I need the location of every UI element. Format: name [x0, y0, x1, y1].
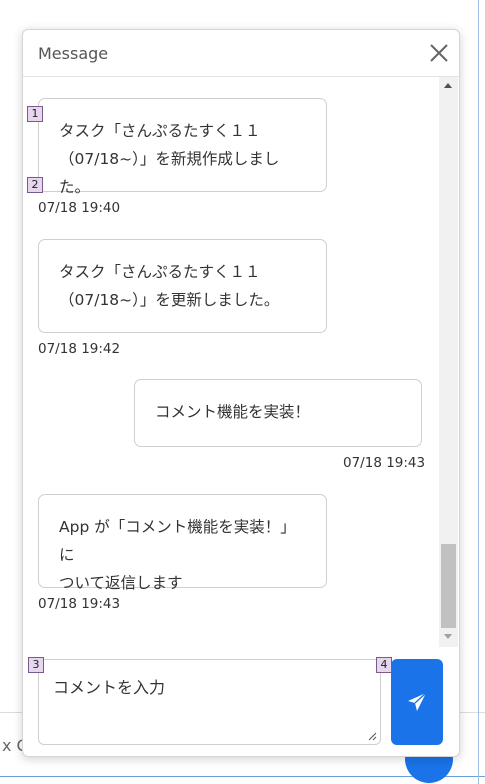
message-text-line: タスク「さんぷるたすく１１ [59, 263, 261, 281]
message-bubble: App が「コメント機能を実装！」に ついて返信します [38, 494, 327, 592]
message-scrollbar[interactable] [439, 77, 458, 647]
dialog-header: Message [23, 30, 459, 77]
comment-input[interactable]: コメントを入力 [38, 659, 381, 745]
scrollbar-thumb[interactable] [441, 544, 456, 628]
dialog-title: Message [38, 44, 109, 63]
message-text-line: ついて返信します [59, 574, 183, 592]
close-icon[interactable] [426, 40, 452, 66]
message-list[interactable]: タスク「さんぷるたすく１１ （07/18~）」を新規作成しました。 07/18 … [23, 77, 439, 647]
message-time: 07/18 19:43 [38, 596, 121, 612]
message-text-line: （07/18~）」を新規作成しました。 [59, 150, 280, 196]
message-text-line: コメント機能を実装！ [155, 403, 311, 421]
message-bubble: タスク「さんぷるたすく１１ （07/18~）」を更新しました。 [38, 239, 327, 333]
message-text-line: （07/18~）」を更新しました。 [59, 291, 280, 309]
message-text-line: App が「コメント機能を実装！」に [59, 518, 296, 564]
message-bubble: タスク「さんぷるたすく１１ （07/18~）」を新規作成しました。 [38, 98, 327, 196]
message-dialog: Message タスク「さんぷるたすく１１ （07/18~）」を新規作成しました… [22, 29, 460, 757]
comment-input-placeholder: コメントを入力 [53, 678, 166, 697]
annotation-marker: 4 [376, 657, 392, 673]
annotation-marker: 2 [27, 177, 43, 193]
resize-grip-icon[interactable] [367, 731, 377, 741]
annotation-marker: 1 [27, 106, 43, 122]
message-time: 07/18 19:40 [38, 200, 121, 216]
message-time: 07/18 19:42 [38, 341, 121, 357]
scroll-down-arrow-icon[interactable] [444, 634, 452, 639]
message-time: 07/18 19:43 [343, 455, 426, 471]
message-text-line: タスク「さんぷるたすく１１ [59, 122, 261, 140]
send-icon [408, 692, 427, 711]
page-edge [478, 0, 479, 784]
scroll-up-arrow-icon[interactable] [444, 83, 452, 88]
message-bubble-own: コメント機能を実装！ [134, 379, 422, 447]
send-button[interactable] [391, 659, 443, 745]
annotation-marker: 3 [28, 657, 44, 673]
